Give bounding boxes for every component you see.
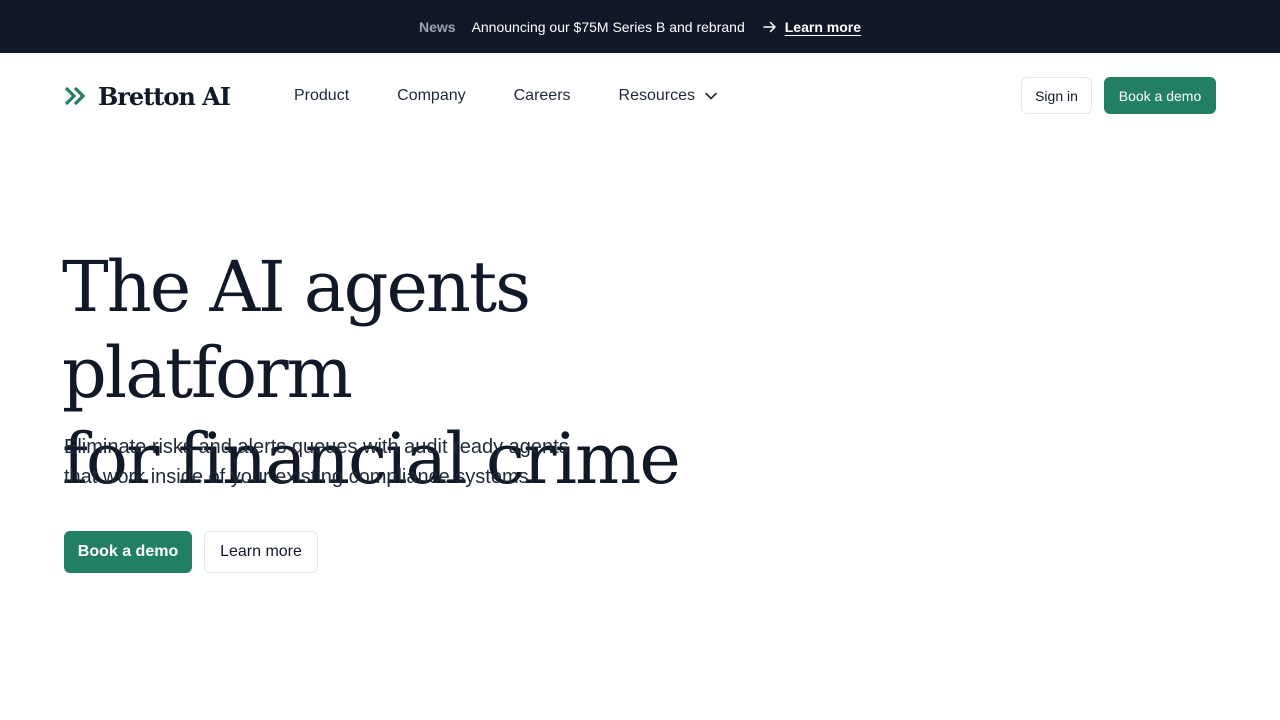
main-nav: Bretton AI Product Company Careers Resou… [0,53,1280,139]
chevron-down-icon [705,92,717,100]
hero-learn-more-button[interactable]: Learn more [204,531,318,573]
nav-book-demo-button[interactable]: Book a demo [1104,77,1216,114]
nav-item-label: Careers [513,87,571,104]
brand-logo[interactable]: Bretton AI [64,81,231,111]
nav-item-product[interactable]: Product [294,87,349,105]
announcement-learn-more-link[interactable]: Learn more [785,19,861,35]
hero-book-demo-button[interactable]: Book a demo [64,531,192,573]
nav-item-company[interactable]: Company [397,87,465,105]
hero-subtitle-line: that work inside of your existing compli… [64,466,535,488]
nav-menu: Product Company Careers Resources [294,85,717,107]
nav-item-label: Product [294,87,350,104]
hero-title-line: The AI agents platform [62,246,531,414]
announcement-bar: News Announcing our $75M Series B and re… [0,0,1280,53]
hero-subtitle: Eliminate risks and alerts queues with a… [64,432,624,492]
announcement-message: Announcing our $75M Series B and rebrand [471,18,745,35]
double-chevron-logo-icon [64,84,88,108]
nav-item-label: Resources [618,87,696,104]
nav-item-careers[interactable]: Careers [514,87,571,105]
arrow-right-icon [763,20,777,34]
sign-in-button[interactable]: Sign in [1021,77,1092,114]
news-tag: News [418,18,456,35]
nav-item-label: Company [397,87,466,104]
brand-name: Bretton AI [98,81,231,111]
nav-item-resources[interactable]: Resources [619,87,717,105]
hero-subtitle-line: Eliminate risks and alerts queues with a… [64,436,569,458]
